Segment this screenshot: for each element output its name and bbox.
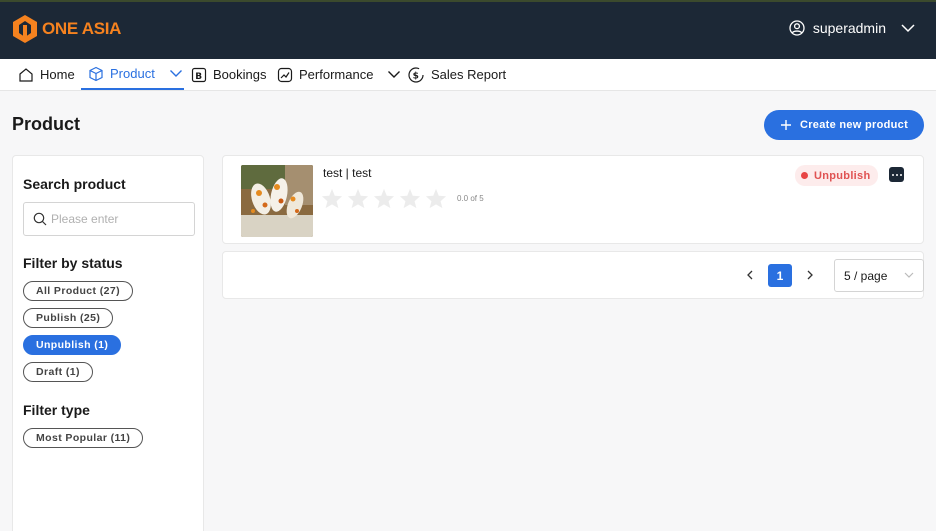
nav-item-label: Product: [110, 66, 155, 81]
nav-item-bookings[interactable]: B Bookings: [191, 59, 266, 90]
top-header: ONE ASIA superadmin: [0, 0, 936, 59]
star-icon: [373, 188, 395, 209]
pagination: 1 5 / page: [222, 251, 924, 299]
product-card[interactable]: test | test 0.0 of 5 Unpublish: [222, 155, 924, 244]
more-options-button[interactable]: [889, 167, 904, 182]
dot-icon: [899, 173, 902, 176]
plus-icon: [780, 120, 791, 130]
user-avatar-icon: [789, 20, 805, 36]
page-size-select[interactable]: 5 / page: [834, 259, 924, 292]
prev-page-button[interactable]: [743, 268, 757, 282]
search-placeholder: Please enter: [51, 212, 119, 226]
filter-status-heading: Filter by status: [23, 255, 123, 271]
product-image: [241, 165, 313, 237]
filter-chip-all-product[interactable]: All Product (27): [23, 281, 133, 301]
search-product-heading: Search product: [23, 176, 126, 192]
dot-icon: [891, 173, 894, 176]
filter-chip-most-popular[interactable]: Most Popular (11): [23, 428, 144, 448]
chevron-down-icon: [904, 272, 914, 278]
nav-item-label: Performance: [299, 67, 374, 82]
home-icon: [19, 67, 33, 82]
star-icon: [321, 188, 343, 209]
create-product-button[interactable]: Create new product: [764, 110, 924, 140]
filter-sidebar: Search product Please enter Filter by st…: [12, 155, 204, 531]
nav-item-label: Home: [40, 67, 75, 82]
filter-chip-draft[interactable]: Draft (1): [23, 362, 93, 382]
brand-name: ONE ASIA: [42, 19, 122, 38]
chevron-left-icon: [747, 270, 753, 280]
main-nav: Home Product B Bookings Performance $ Sa…: [0, 59, 936, 91]
search-icon: [33, 212, 47, 226]
status-label: Unpublish: [814, 169, 871, 182]
svg-text:$: $: [413, 71, 419, 81]
star-icon: [425, 188, 447, 209]
product-rating: 0.0 of 5: [321, 188, 484, 209]
brand-logo[interactable]: ONE ASIA: [12, 14, 121, 44]
rating-text: 0.0 of 5: [457, 194, 484, 203]
nav-item-performance[interactable]: Performance: [277, 59, 401, 90]
filter-chip-unpublish[interactable]: Unpublish (1): [23, 335, 122, 355]
chevron-right-icon: [807, 270, 813, 280]
create-product-label: Create new product: [799, 119, 909, 131]
chevron-down-icon: [169, 70, 182, 77]
dot-icon: [895, 173, 898, 176]
star-icon: [399, 188, 421, 209]
chevron-down-icon: [388, 71, 401, 78]
performance-icon: [277, 67, 293, 82]
page-title: Product: [12, 114, 81, 134]
nav-item-label: Sales Report: [431, 67, 507, 82]
product-name[interactable]: test | test: [323, 166, 371, 180]
nav-item-label: Bookings: [213, 67, 267, 82]
nav-item-sales-report[interactable]: $ Sales Report: [407, 59, 506, 90]
chevron-down-icon: [901, 24, 915, 33]
star-icon: [347, 188, 369, 209]
box-icon: [89, 66, 103, 81]
user-name: superadmin: [812, 20, 886, 36]
nav-item-product[interactable]: Product: [81, 59, 184, 90]
search-input[interactable]: Please enter: [23, 202, 195, 236]
status-dot-icon: [801, 172, 808, 179]
product-thumbnail[interactable]: [241, 165, 313, 237]
sales-report-icon: $: [408, 66, 424, 83]
user-menu[interactable]: superadmin: [789, 20, 916, 36]
svg-text:B: B: [195, 72, 202, 82]
filter-chip-publish[interactable]: Publish (25): [23, 308, 114, 328]
next-page-button[interactable]: [803, 268, 817, 282]
status-badge: Unpublish: [795, 165, 879, 186]
nav-item-home[interactable]: Home: [18, 59, 75, 90]
filter-type-heading: Filter type: [23, 402, 90, 418]
page-size-value: 5 / page: [844, 268, 888, 283]
one-asia-logo-icon: [13, 15, 37, 43]
bookings-icon: B: [191, 67, 207, 82]
page-number-button[interactable]: 1: [768, 264, 792, 287]
